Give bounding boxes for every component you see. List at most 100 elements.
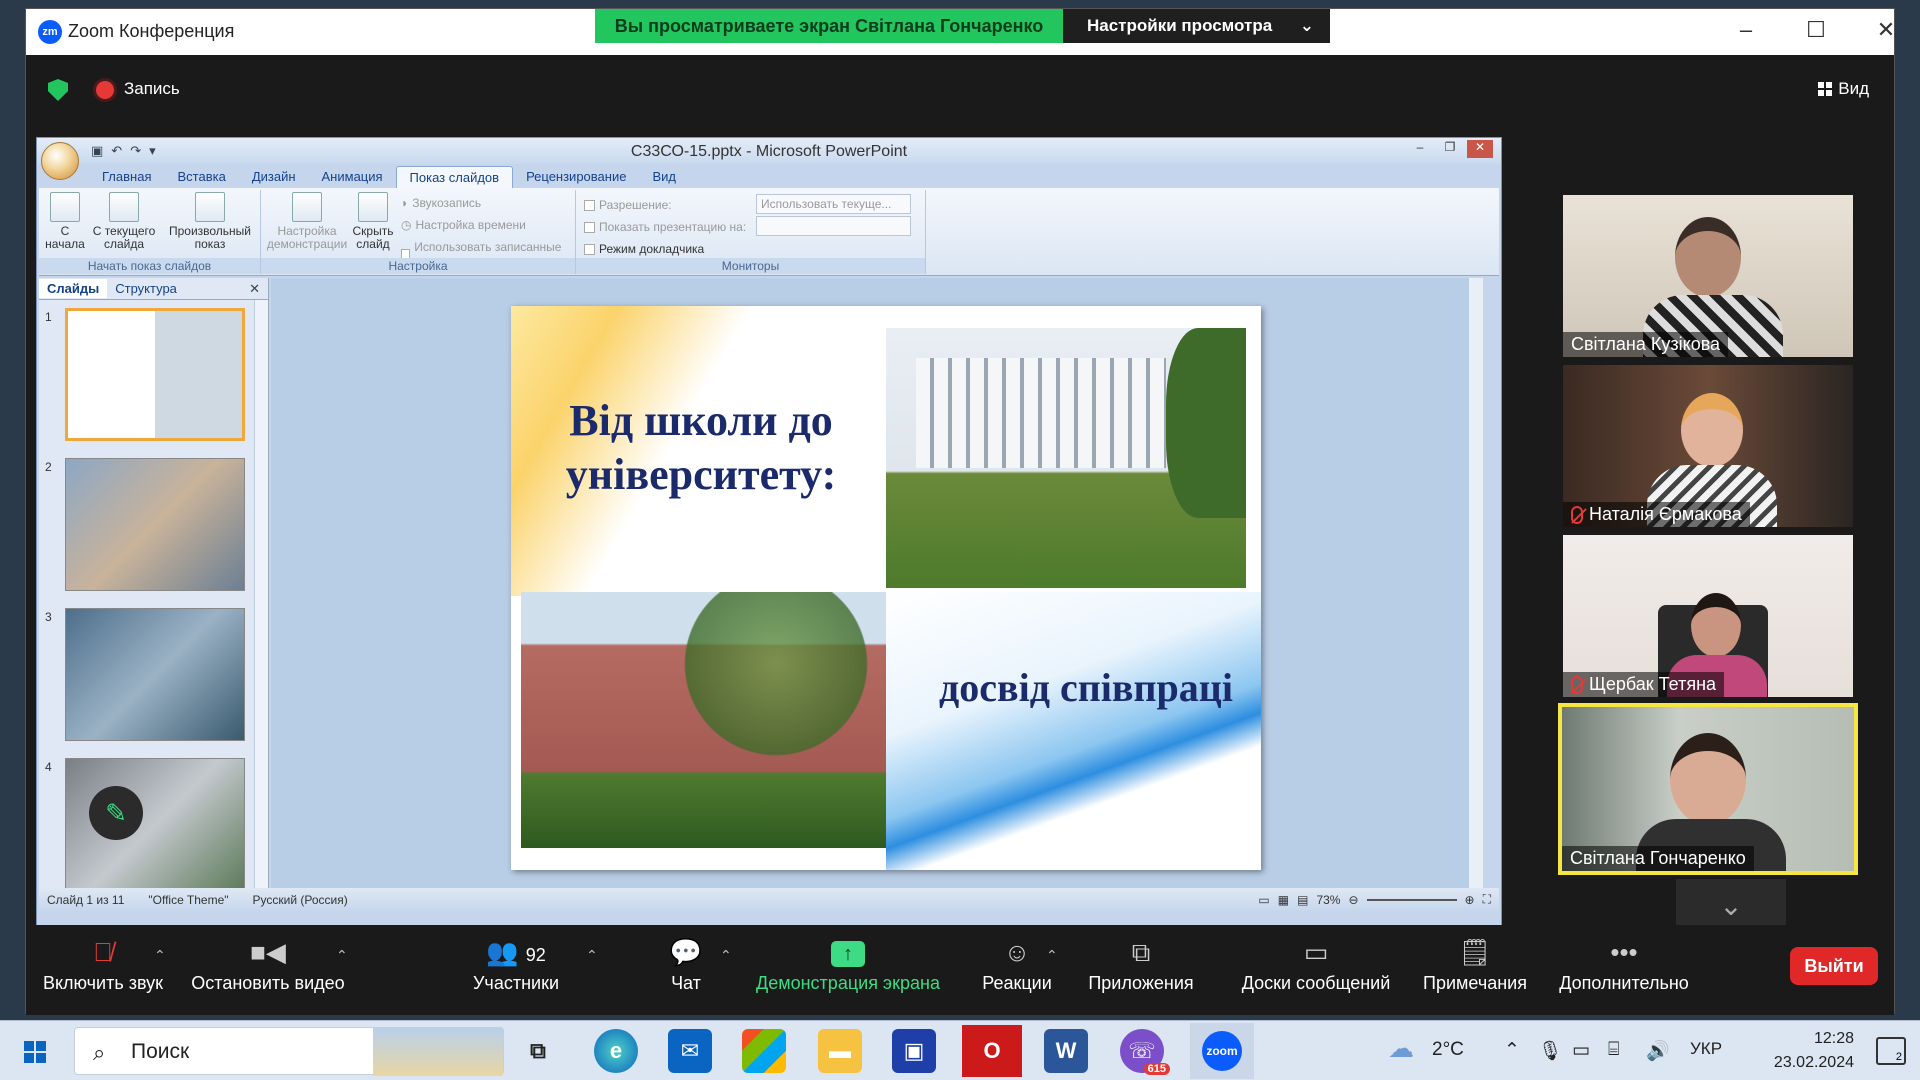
redo-icon[interactable]: ↷: [130, 143, 141, 159]
tab-review[interactable]: Рецензирование: [513, 166, 639, 188]
participant-name: Світлана Кузікова: [1563, 332, 1729, 357]
hide-slide-button[interactable]: Скрыть слайд: [351, 192, 395, 251]
quick-access-toolbar: ▣ ↶ ↷ ▾: [91, 143, 156, 159]
record-label[interactable]: Запись: [124, 79, 180, 99]
battery-icon[interactable]: ▭: [1572, 1039, 1590, 1062]
save-icon[interactable]: ▣: [91, 143, 103, 159]
current-slide[interactable]: Від школи до університету: досвід співпр…: [511, 306, 1261, 870]
tab-view[interactable]: Вид: [639, 166, 689, 188]
windows-start-icon[interactable]: [24, 1041, 46, 1063]
from-beginning-button[interactable]: С начала: [45, 192, 85, 251]
ppt-close-button[interactable]: ✕: [1467, 140, 1493, 158]
cloud-weather-icon[interactable]: ☁: [1388, 1033, 1414, 1064]
resolution-select[interactable]: Использовать текуще...: [756, 194, 911, 214]
tab-outline[interactable]: Структура: [107, 279, 185, 298]
group-label-monitors: Мониторы: [576, 258, 925, 274]
slides-scrollbar[interactable]: [254, 300, 268, 888]
record-narration-option[interactable]: ◗ Звукозапись: [401, 196, 481, 210]
participant-tile[interactable]: Щербак Тетяна: [1563, 535, 1853, 697]
input-language[interactable]: УКР: [1690, 1039, 1722, 1059]
volume-icon[interactable]: 🔊: [1646, 1039, 1670, 1063]
word-icon[interactable]: W: [1044, 1029, 1088, 1073]
resolution-label: Разрешение:: [584, 198, 672, 212]
slide-thumbnail[interactable]: 3: [39, 604, 254, 744]
undo-icon[interactable]: ↶: [111, 143, 122, 159]
zoom-slider[interactable]: [1366, 898, 1457, 901]
close-panel-icon[interactable]: ✕: [249, 281, 260, 297]
save-disk-icon[interactable]: ▣: [892, 1029, 936, 1073]
reactions-button[interactable]: ☺ Реакции: [970, 937, 1064, 994]
reactions-caret-icon[interactable]: ⌃: [1046, 947, 1058, 964]
video-options-caret-icon[interactable]: ⌃: [336, 947, 348, 964]
sorter-view-icon[interactable]: ▦: [1278, 893, 1289, 907]
chevron-down-icon[interactable]: ⌄: [1676, 879, 1786, 931]
tab-slideshow[interactable]: Показ слайдов: [395, 166, 514, 188]
slide-thumbnail[interactable]: 1: [39, 304, 254, 444]
share-screen-button[interactable]: ↑ Демонстрация экрана: [748, 937, 948, 994]
participant-tile[interactable]: Світлана Кузікова: [1563, 195, 1853, 357]
taskbar-clock[interactable]: 12:28 23.02.2024: [1774, 1027, 1854, 1075]
tab-animation[interactable]: Анимация: [309, 166, 396, 188]
viber-icon[interactable]: ☏ 615: [1120, 1029, 1170, 1075]
slide-number: 2: [45, 460, 52, 474]
presenter-view-checkbox[interactable]: Режим докладчика: [584, 242, 704, 256]
close-button[interactable]: ✕: [1866, 17, 1906, 43]
whiteboards-button[interactable]: ▭ Доски сообщений: [1216, 937, 1416, 994]
stop-video-button[interactable]: ■◀ Остановить видео: [184, 937, 352, 994]
chat-button[interactable]: 💬 Чат: [646, 937, 726, 994]
reading-view-icon[interactable]: ▤: [1297, 893, 1308, 907]
participants-button[interactable]: 👥 92 Участники: [456, 937, 576, 994]
rehearse-timings-option[interactable]: ◷ Настройка времени: [401, 218, 526, 232]
record-icon[interactable]: [96, 81, 114, 99]
file-explorer-icon[interactable]: ▬: [818, 1029, 862, 1073]
apps-button[interactable]: ⧉ Приложения: [1076, 937, 1206, 994]
notification-center-icon[interactable]: 2: [1876, 1037, 1906, 1065]
slide-scrollbar[interactable]: [1469, 278, 1483, 888]
office-button-icon[interactable]: [41, 142, 79, 180]
normal-view-icon[interactable]: ▭: [1258, 893, 1269, 907]
slide-thumbnail[interactable]: 2: [39, 454, 254, 594]
ppt-minimize-button[interactable]: –: [1407, 140, 1433, 158]
setup-show-button[interactable]: Настройка демонстрации: [265, 192, 349, 251]
chat-caret-icon[interactable]: ⌃: [720, 947, 732, 964]
fit-window-icon[interactable]: ⛶: [1483, 892, 1491, 907]
participant-tile-active-speaker[interactable]: Світлана Гончаренко: [1558, 703, 1858, 875]
slide-thumbnail[interactable]: 4: [39, 754, 254, 894]
weather-temp[interactable]: 2°C: [1432, 1039, 1464, 1061]
tab-home[interactable]: Главная: [89, 166, 164, 188]
zoom-out-icon[interactable]: ⊖: [1348, 893, 1358, 907]
custom-show-button[interactable]: Произвольный показ: [165, 192, 255, 251]
tab-design[interactable]: Дизайн: [239, 166, 309, 188]
store-icon[interactable]: [742, 1029, 786, 1073]
tab-insert[interactable]: Вставка: [164, 166, 238, 188]
participant-tile[interactable]: Наталія Єрмакова: [1563, 365, 1853, 527]
more-button[interactable]: ••• Дополнительно: [1544, 937, 1704, 994]
view-options-button[interactable]: Настройки просмотра ⌄: [1063, 9, 1330, 43]
microphone-icon[interactable]: 🎙: [1538, 1039, 1562, 1063]
participants-caret-icon[interactable]: ⌃: [586, 947, 598, 964]
show-on-select[interactable]: [756, 216, 911, 236]
zoom-in-icon[interactable]: ⊕: [1465, 893, 1475, 907]
zoom-taskbar-button[interactable]: zoom: [1190, 1023, 1254, 1079]
annotate-pencil-icon[interactable]: ✎: [89, 786, 143, 840]
reactions-label: Реакции: [982, 973, 1052, 993]
minimize-button[interactable]: –: [1726, 17, 1766, 43]
security-shield-icon[interactable]: [48, 79, 68, 101]
tab-slides[interactable]: Слайды: [39, 279, 108, 298]
maximize-button[interactable]: ☐: [1796, 17, 1836, 43]
audio-options-caret-icon[interactable]: ⌃: [154, 947, 166, 964]
network-icon[interactable]: ⌸: [1608, 1039, 1619, 1061]
ppt-restore-button[interactable]: ❐: [1437, 140, 1463, 158]
taskbar-search[interactable]: ⌕ Поиск: [74, 1027, 504, 1076]
view-button[interactable]: Вид: [1818, 79, 1869, 99]
leave-button[interactable]: Выйти: [1790, 947, 1878, 985]
task-view-icon[interactable]: ⧉: [516, 1029, 560, 1073]
opera-icon[interactable]: O: [962, 1025, 1022, 1077]
unmute-button[interactable]: 🎙̸ Включить звук: [38, 937, 168, 994]
from-current-slide-button[interactable]: С текущего слайда: [89, 192, 159, 251]
customize-icon[interactable]: ▾: [149, 143, 156, 159]
notes-button[interactable]: 🗒 Примечания: [1410, 937, 1540, 994]
show-hidden-icons[interactable]: ⌃: [1504, 1039, 1520, 1062]
mail-icon[interactable]: ✉: [668, 1029, 712, 1073]
edge-icon[interactable]: e: [594, 1029, 638, 1073]
